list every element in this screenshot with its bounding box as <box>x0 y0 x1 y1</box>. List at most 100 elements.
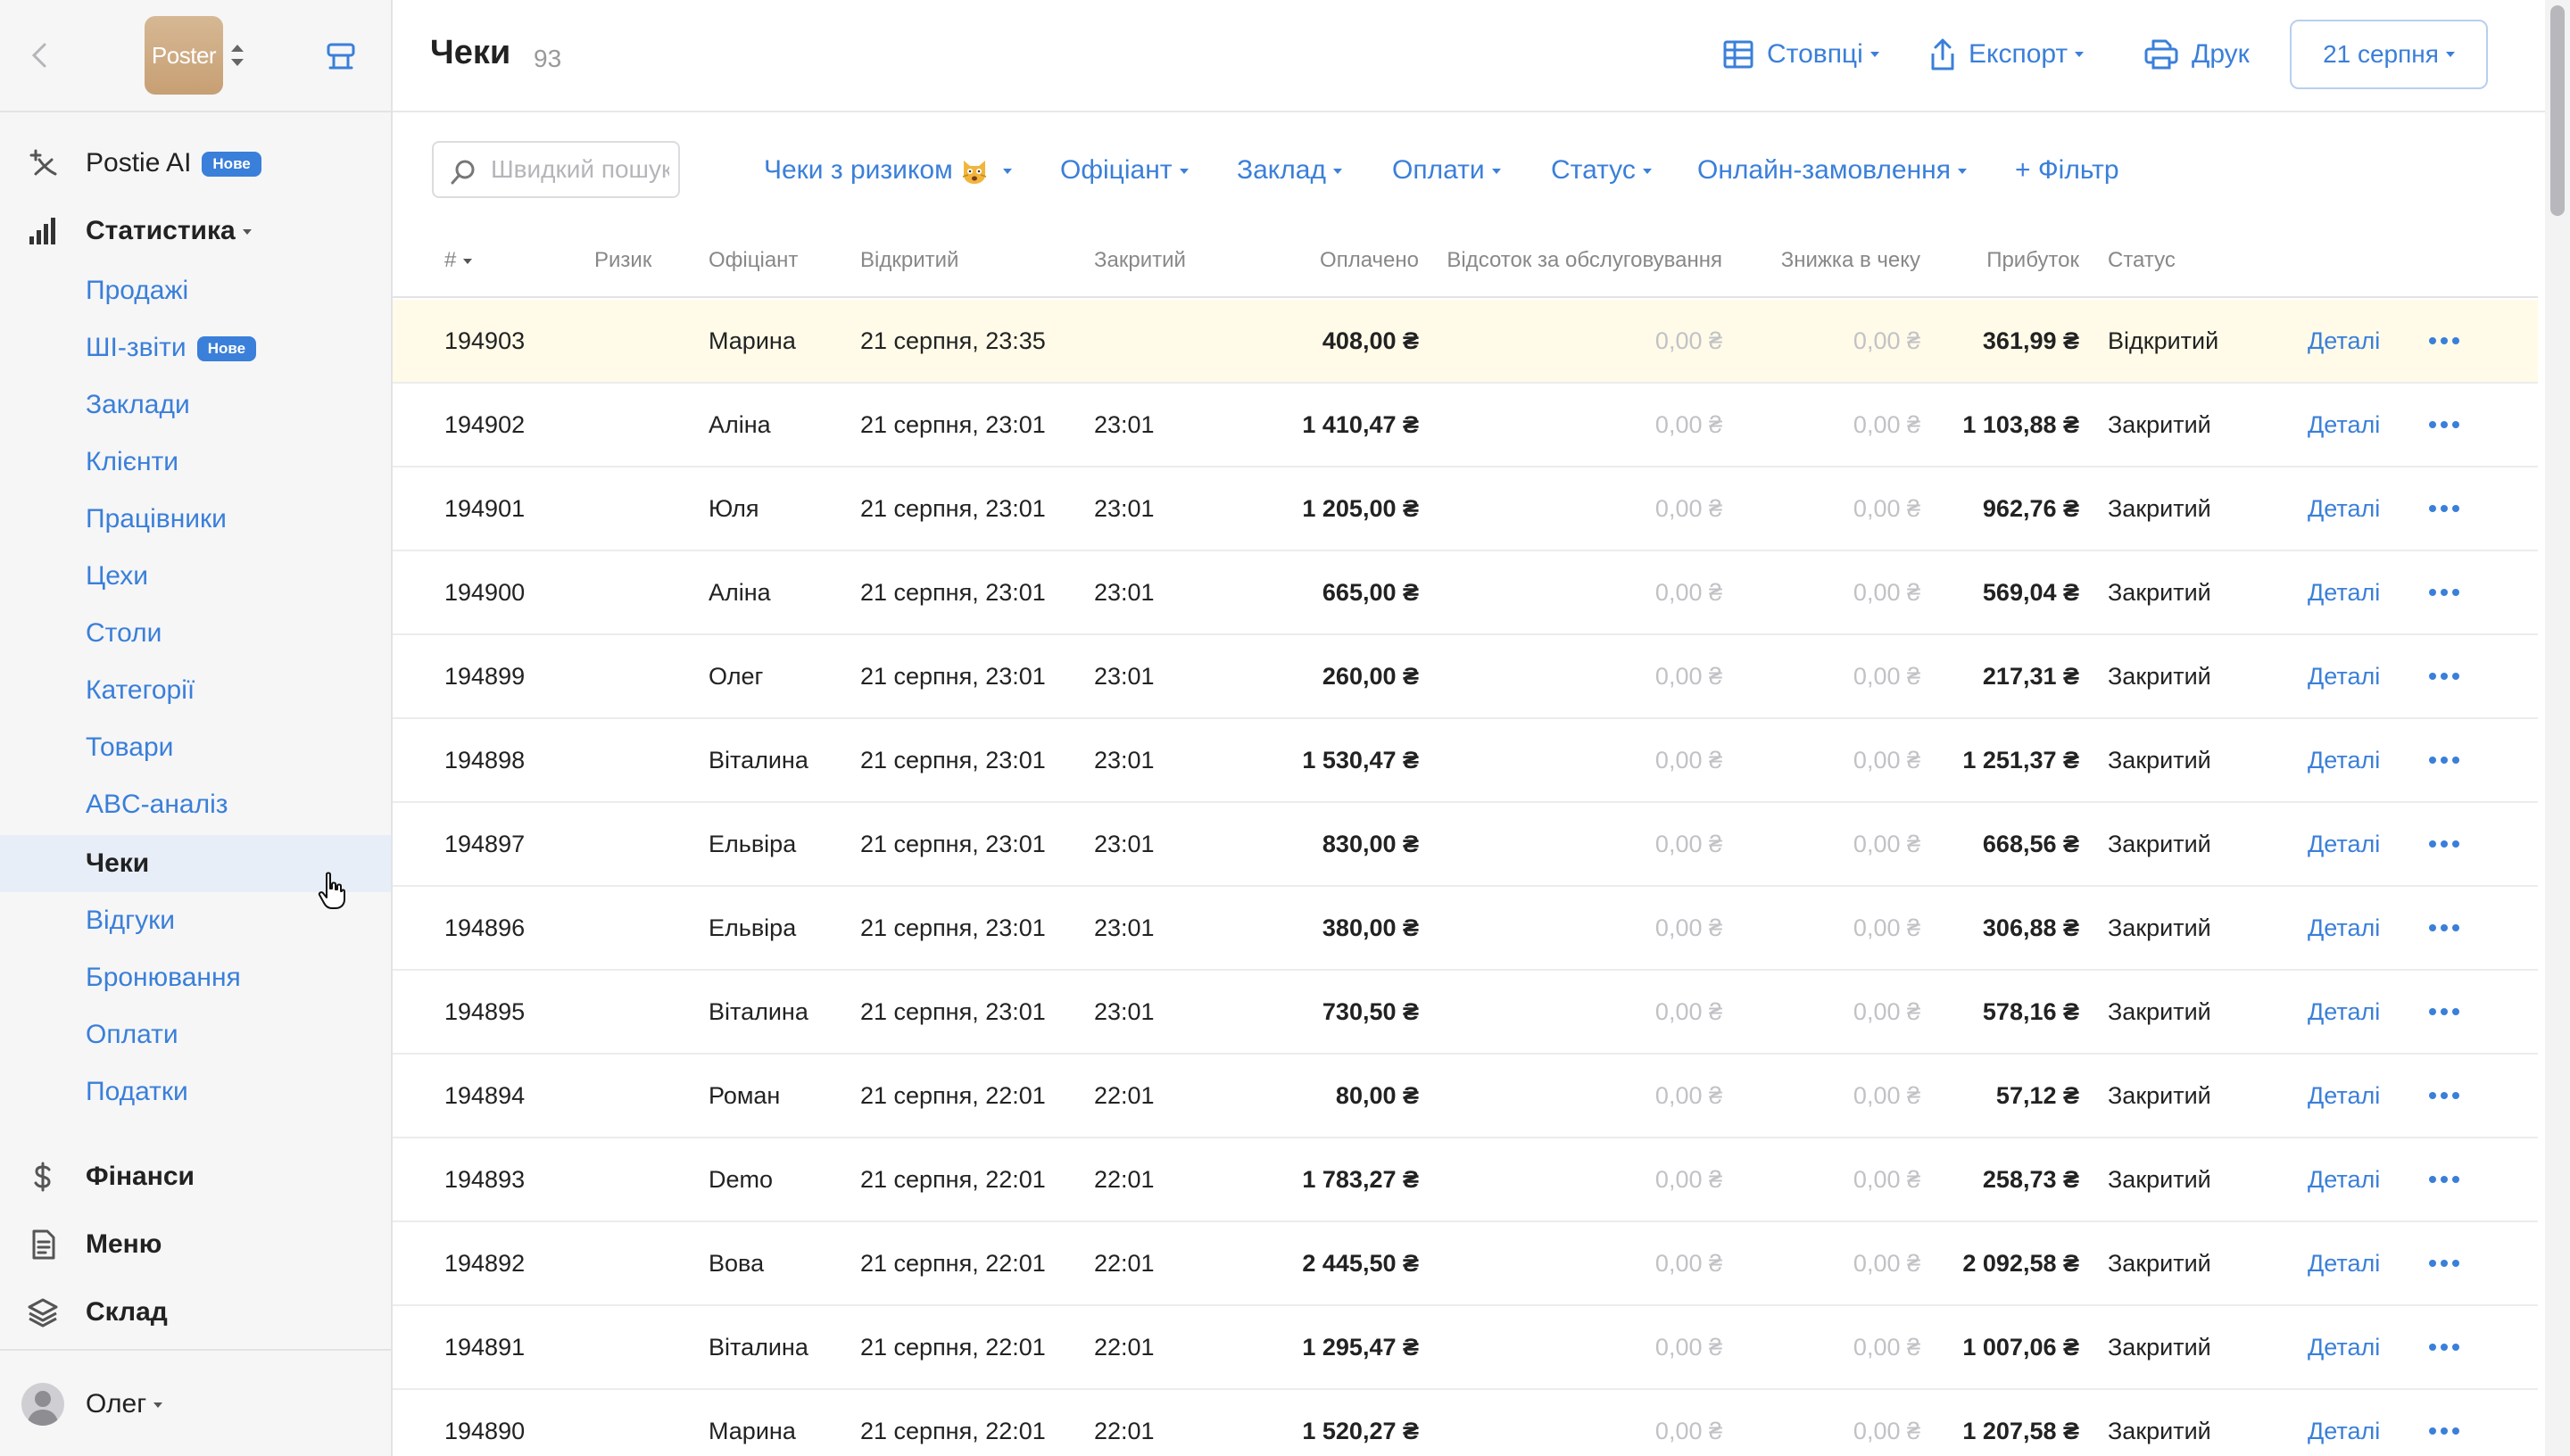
nav-statistics[interactable]: Статистика <box>0 200 391 262</box>
sidebar-item-abc-analysis[interactable]: ABC-аналіз <box>0 776 391 833</box>
nav-postie-ai[interactable]: Postie AI Нове <box>0 132 391 194</box>
cell-profit: 2 092,58 ₴ <box>1962 1250 2079 1277</box>
sidebar-item-categories[interactable]: Категорії <box>0 662 391 719</box>
date-picker-button[interactable]: 21 серпня <box>2290 20 2488 89</box>
table-row[interactable]: 194892 Вова 21 серпня, 22:01 22:01 2 445,50 … <box>393 1222 2538 1306</box>
sidebar-item-venues[interactable]: Заклади <box>0 376 391 434</box>
pos-terminal-icon[interactable] <box>323 39 359 75</box>
details-link[interactable]: Деталі <box>2308 1390 2380 1456</box>
details-link[interactable]: Деталі <box>2308 384 2380 466</box>
table-row[interactable]: 194901 Юля 21 серпня, 23:01 23:01 1 205,00 ₴… <box>393 467 2538 551</box>
more-actions-icon[interactable] <box>2429 1306 2459 1388</box>
cell-service: 0,00 ₴ <box>1654 1166 1722 1193</box>
export-button[interactable]: Експорт <box>1929 32 2085 77</box>
layers-icon <box>27 1296 59 1328</box>
details-link[interactable]: Деталі <box>2308 1055 2380 1137</box>
cell-profit: 578,16 ₴ <box>1982 998 2079 1025</box>
table-row[interactable]: 194890 Марина 21 серпня, 22:01 22:01 1 520,2… <box>393 1390 2538 1456</box>
table-row[interactable]: 194898 Віталина 21 серпня, 23:01 23:01 1 530… <box>393 719 2538 803</box>
cell-discount: 0,00 ₴ <box>1853 1418 1920 1444</box>
sidebar-item-products[interactable]: Товари <box>0 719 391 776</box>
more-actions-icon[interactable] <box>2429 467 2459 550</box>
brand-logo[interactable]: Poster <box>145 16 223 95</box>
cell-closed: 23:01 <box>1094 411 1155 438</box>
details-link[interactable]: Деталі <box>2308 887 2380 969</box>
filter-online-orders[interactable]: Онлайн-замовлення <box>1697 148 1967 193</box>
sidebar-item-taxes[interactable]: Податки <box>0 1063 391 1121</box>
cell-paid: 1 205,00 ₴ <box>1302 495 1419 522</box>
cell-service: 0,00 ₴ <box>1654 411 1722 438</box>
more-actions-icon[interactable] <box>2429 719 2459 801</box>
cell-paid: 665,00 ₴ <box>1322 579 1419 606</box>
nav-menu[interactable]: Меню <box>0 1213 391 1276</box>
cell-waiter: Аліна <box>709 411 771 438</box>
details-link[interactable]: Деталі <box>2308 1306 2380 1388</box>
print-button[interactable]: Друк <box>2143 32 2250 77</box>
columns-button[interactable]: Стовпці <box>1722 32 1879 77</box>
cell-service: 0,00 ₴ <box>1654 1082 1722 1109</box>
more-actions-icon[interactable] <box>2429 300 2459 382</box>
details-link[interactable]: Деталі <box>2308 467 2380 550</box>
details-link[interactable]: Деталі <box>2308 1222 2380 1304</box>
search-input[interactable] <box>491 152 669 187</box>
scrollbar[interactable] <box>2545 0 2570 1456</box>
date-label: 21 серпня <box>2323 40 2439 68</box>
sidebar-item-reservations[interactable]: Бронювання <box>0 949 391 1006</box>
more-actions-icon[interactable] <box>2429 384 2459 466</box>
table-row[interactable]: 194896 Ельвіра 21 серпня, 23:01 23:01 380,00… <box>393 887 2538 971</box>
cell-service: 0,00 ₴ <box>1654 1334 1722 1361</box>
details-link[interactable]: Деталі <box>2308 719 2380 801</box>
more-actions-icon[interactable] <box>2429 887 2459 969</box>
sidebar: Poster Postie AI Нове Статистика Продажі … <box>0 0 393 1456</box>
table-row[interactable]: 194900 Аліна 21 серпня, 23:01 23:01 665,00 ₴… <box>393 551 2538 635</box>
sidebar-item-ai-reports[interactable]: ШІ-звіти Нове <box>0 319 391 376</box>
sort-arrows-icon[interactable] <box>228 41 246 70</box>
cell-id: 194893 <box>444 1166 526 1193</box>
details-link[interactable]: Деталі <box>2308 971 2380 1053</box>
table-row[interactable]: 194893 Demo 21 серпня, 22:01 22:01 1 783,27 … <box>393 1138 2538 1222</box>
more-actions-icon[interactable] <box>2429 635 2459 717</box>
more-actions-icon[interactable] <box>2429 1055 2459 1137</box>
sidebar-item-clients[interactable]: Клієнти <box>0 434 391 491</box>
details-link[interactable]: Деталі <box>2308 551 2380 633</box>
cell-service: 0,00 ₴ <box>1654 831 1722 857</box>
nav-finance[interactable]: Фінанси <box>0 1146 391 1208</box>
sidebar-item-sales[interactable]: Продажі <box>0 262 391 319</box>
sidebar-item-employees[interactable]: Працівники <box>0 491 391 548</box>
filter-risky-receipts[interactable]: Чеки з ризиком <box>764 148 1013 193</box>
add-filter-button[interactable]: + Фільтр <box>2015 148 2119 193</box>
details-link[interactable]: Деталі <box>2308 803 2380 885</box>
search-field[interactable] <box>432 141 680 198</box>
sidebar-item-workshops[interactable]: Цехи <box>0 548 391 605</box>
nav-warehouse[interactable]: Склад <box>0 1281 391 1344</box>
table-row[interactable]: 194891 Віталина 21 серпня, 22:01 22:01 1 295… <box>393 1306 2538 1390</box>
details-link[interactable]: Деталі <box>2308 300 2380 382</box>
table-row[interactable]: 194897 Ельвіра 21 серпня, 23:01 23:01 830,00… <box>393 803 2538 887</box>
more-actions-icon[interactable] <box>2429 803 2459 885</box>
table-row[interactable]: 194894 Роман 21 серпня, 22:01 22:01 80,00 ₴ 0… <box>393 1055 2538 1138</box>
more-actions-icon[interactable] <box>2429 1222 2459 1304</box>
sidebar-item-payments[interactable]: Оплати <box>0 1006 391 1063</box>
chevron-left-icon[interactable] <box>27 39 54 71</box>
details-link[interactable]: Деталі <box>2308 635 2380 717</box>
table-row[interactable]: 194895 Віталина 21 серпня, 23:01 23:01 730,5… <box>393 971 2538 1055</box>
user-menu[interactable]: Олег <box>0 1349 391 1456</box>
column-header-id[interactable]: # <box>444 225 473 296</box>
cell-opened: 21 серпня, 22:01 <box>860 1250 1046 1277</box>
table-row[interactable]: 194903 Марина 21 серпня, 23:35 408,00 ₴ 0,00… <box>393 300 2538 384</box>
filter-status[interactable]: Статус <box>1551 148 1652 193</box>
filter-venue[interactable]: Заклад <box>1237 148 1342 193</box>
table-row[interactable]: 194899 Олег 21 серпня, 23:01 23:01 260,00 ₴ 0… <box>393 635 2538 719</box>
more-actions-icon[interactable] <box>2429 551 2459 633</box>
more-actions-icon[interactable] <box>2429 1138 2459 1220</box>
details-link[interactable]: Деталі <box>2308 1138 2380 1220</box>
table-row[interactable]: 194902 Аліна 21 серпня, 23:01 23:01 1 410,47… <box>393 384 2538 467</box>
more-actions-icon[interactable] <box>2429 1390 2459 1456</box>
filter-payments[interactable]: Оплати <box>1392 148 1501 193</box>
sidebar-item-tables[interactable]: Столи <box>0 605 391 662</box>
more-actions-icon[interactable] <box>2429 971 2459 1053</box>
scrollbar-thumb[interactable] <box>2550 5 2565 216</box>
filter-waiter[interactable]: Офіціант <box>1060 148 1189 193</box>
sidebar-item-label: Відгуки <box>86 906 176 935</box>
column-header-opened: Відкритий <box>860 248 959 272</box>
